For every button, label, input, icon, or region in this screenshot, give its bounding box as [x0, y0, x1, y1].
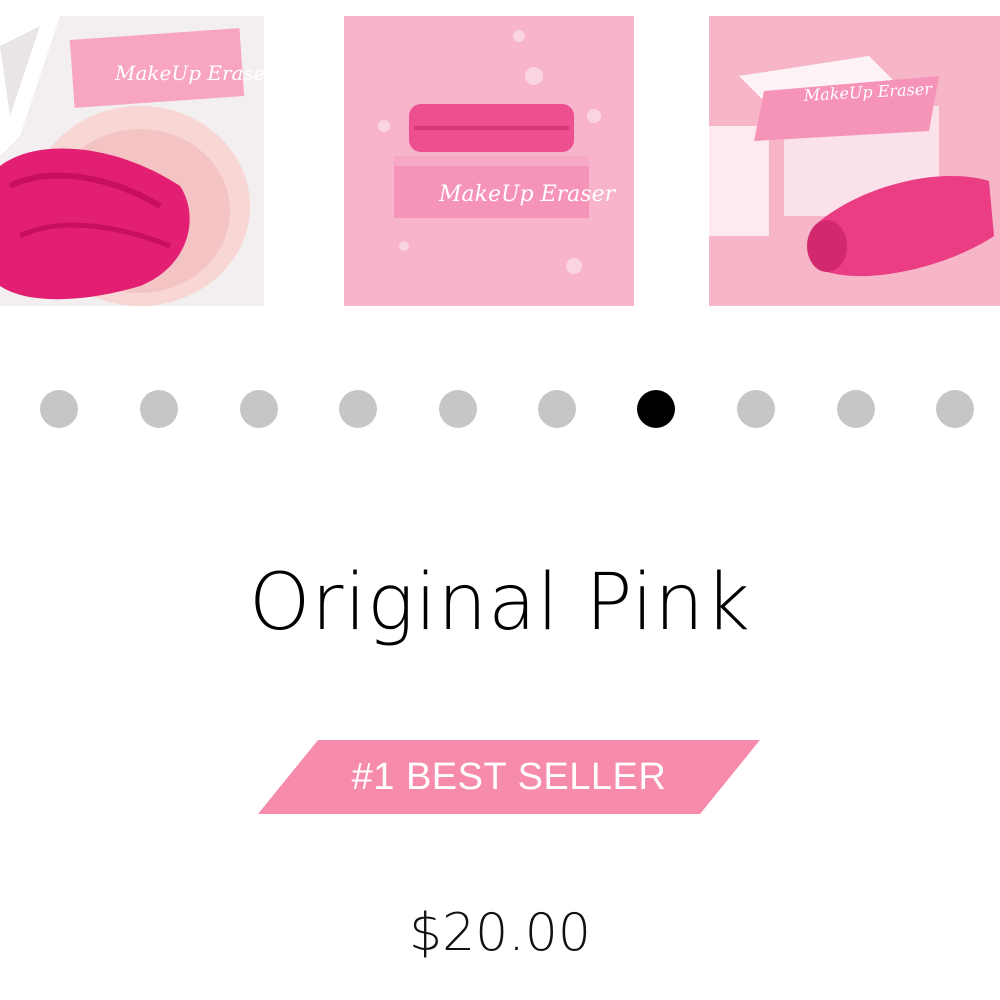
carousel-dot-1[interactable] [40, 390, 78, 428]
product-photo-1: MakeUp Eraser [0, 16, 264, 306]
svg-text:MakeUp Eraser: MakeUp Eraser [438, 182, 617, 207]
carousel-dot-7-active[interactable] [637, 390, 675, 428]
best-seller-badge: #1 BEST SELLER [258, 740, 760, 814]
product-photo-2: MakeUp Eraser [344, 16, 634, 306]
product-photo-3: MakeUp Eraser [709, 16, 1000, 306]
carousel-dot-3[interactable] [240, 390, 278, 428]
gallery-thumbnail-1[interactable]: MakeUp Eraser [0, 16, 264, 306]
carousel-dot-10[interactable] [936, 390, 974, 428]
badge-label: #1 BEST SELLER [351, 755, 667, 798]
carousel-dot-5[interactable] [439, 390, 477, 428]
carousel-dot-2[interactable] [140, 390, 178, 428]
carousel-dot-6[interactable] [538, 390, 576, 428]
gallery-thumbnail-2[interactable]: MakeUp Eraser [344, 16, 634, 306]
product-title: Original Pink [249, 558, 751, 648]
carousel-dot-9[interactable] [837, 390, 875, 428]
carousel-pagination [0, 390, 1000, 430]
carousel-dot-8[interactable] [737, 390, 775, 428]
carousel-dot-4[interactable] [339, 390, 377, 428]
product-price: $20.00 [409, 903, 591, 963]
svg-text:MakeUp Eraser: MakeUp Eraser [114, 61, 264, 85]
gallery-thumbnail-3[interactable]: MakeUp Eraser [709, 16, 1000, 306]
